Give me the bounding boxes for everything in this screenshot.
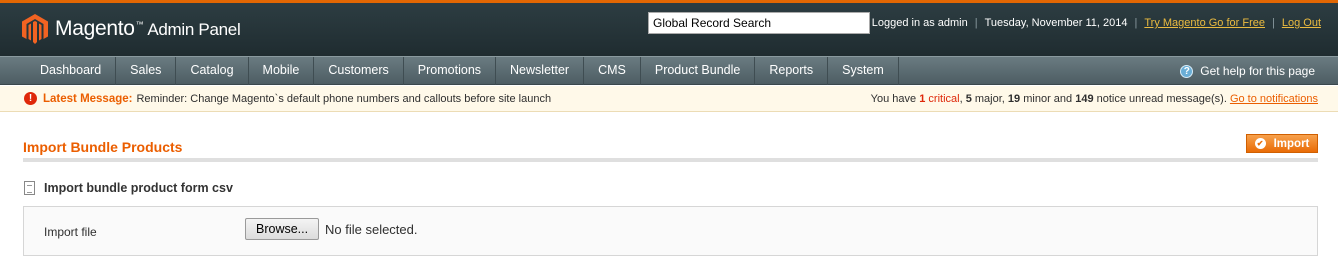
separator: | — [974, 17, 978, 29]
separator: | — [1272, 17, 1275, 29]
document-icon — [24, 181, 35, 195]
error-icon: ! — [24, 92, 37, 105]
nav-item-catalog[interactable]: Catalog — [176, 57, 249, 85]
check-icon: ✔ — [1254, 138, 1266, 149]
browse-button[interactable]: Browse... — [245, 218, 320, 240]
nav-item-promotions[interactable]: Promotions — [404, 57, 497, 85]
header-user-bar: Logged in as admin | Tuesday, November 1… — [872, 17, 1321, 29]
major-label: major, — [974, 93, 1005, 105]
global-search-input[interactable] — [648, 12, 870, 34]
title-divider — [23, 158, 1318, 162]
minor-label: minor and — [1023, 93, 1073, 105]
latest-message-label: Latest Message: — [43, 92, 133, 105]
nav-item-customers[interactable]: Customers — [314, 57, 404, 85]
magento-logo[interactable]: Magento™ Admin Panel — [22, 14, 241, 44]
current-date: Tuesday, November 11, 2014 — [984, 17, 1128, 29]
latest-message: ! Latest Message: Reminder: Change Magen… — [24, 92, 551, 105]
logo-text: Magento™ Admin Panel — [55, 17, 241, 40]
latest-message-text: Reminder: Change Magento`s default phone… — [136, 92, 552, 105]
separator: | — [1134, 17, 1138, 29]
critical-label: critical — [928, 93, 960, 105]
magento-logo-icon — [22, 14, 48, 44]
import-button-label: Import — [1273, 137, 1310, 150]
message-summary: You have 1 critical, 5 major, 19 minor a… — [870, 93, 1318, 105]
notice-count: 149 — [1075, 93, 1094, 105]
system-message-bar: ! Latest Message: Reminder: Change Magen… — [0, 86, 1338, 112]
help-label: Get help for this page — [1200, 64, 1315, 78]
import-file-label: Import file — [44, 225, 97, 239]
nav-item-system[interactable]: System — [828, 57, 899, 85]
help-icon: ? — [1180, 64, 1194, 78]
summary-prefix: You have — [870, 93, 917, 105]
nav-menu: Dashboard Sales Catalog Mobile Customers… — [26, 57, 899, 85]
nav-item-reports[interactable]: Reports — [755, 57, 829, 85]
logout-link[interactable]: Log Out — [1282, 17, 1321, 29]
major-count: 5 — [965, 93, 972, 105]
nav-item-dashboard[interactable]: Dashboard — [26, 57, 117, 85]
go-to-notifications-link[interactable]: Go to notifications — [1230, 93, 1318, 105]
nav-item-product-bundle[interactable]: Product Bundle — [641, 57, 756, 85]
section-title: Import bundle product form csv — [44, 181, 233, 195]
critical-count: 1 — [919, 93, 926, 105]
help-link[interactable]: ? Get help for this page — [1180, 57, 1315, 85]
nav-item-newsletter[interactable]: Newsletter — [496, 57, 585, 85]
section-header: Import bundle product form csv — [24, 181, 233, 195]
nav-item-mobile[interactable]: Mobile — [249, 57, 315, 85]
logged-in-text: Logged in as admin — [871, 17, 968, 29]
nav-item-cms[interactable]: CMS — [584, 57, 641, 85]
nav-item-sales[interactable]: Sales — [116, 57, 177, 85]
admin-header: Magento™Admin Panel Logged in as admin |… — [0, 0, 1338, 56]
import-button[interactable]: ✔ Import — [1246, 134, 1318, 153]
file-status: No file selected. — [325, 222, 418, 237]
minor-count: 19 — [1007, 93, 1021, 105]
import-fieldset: Import file Browse... No file selected. — [23, 206, 1318, 256]
try-magento-go-link[interactable]: Try Magento Go for Free — [1144, 17, 1265, 29]
page-title: Import Bundle Products — [23, 139, 183, 155]
main-nav: Dashboard Sales Catalog Mobile Customers… — [0, 56, 1338, 85]
notice-label: notice unread message(s). — [1096, 93, 1227, 105]
